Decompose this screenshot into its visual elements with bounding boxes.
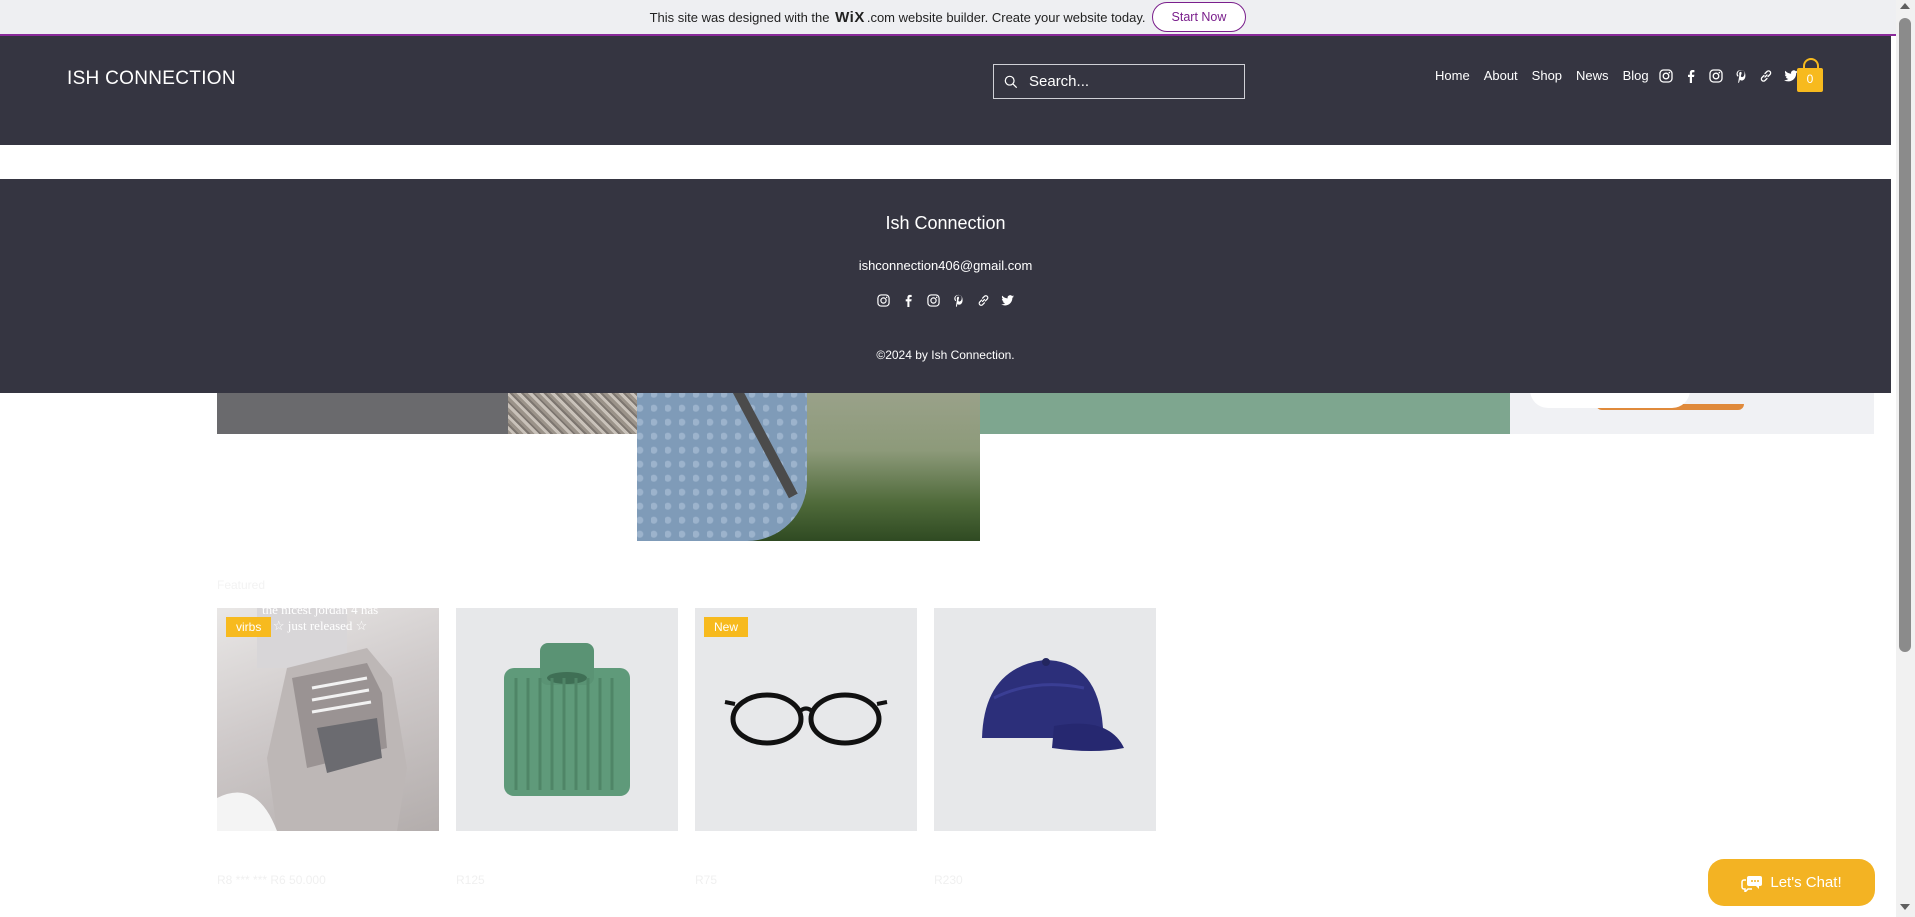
- chat-button[interactable]: Let's Chat!: [1708, 859, 1875, 906]
- nav-about[interactable]: About: [1484, 68, 1518, 83]
- wix-promo-banner: This site was designed with the WiX .com …: [0, 0, 1896, 36]
- product-price: R8 *** *** R6 50.000: [217, 873, 326, 887]
- link-icon[interactable]: [976, 293, 991, 308]
- scroll-up-arrow-icon[interactable]: [1900, 3, 1910, 9]
- pinterest-icon[interactable]: [1734, 68, 1749, 83]
- site-footer: Ish Connection ishconnection406@gmail.co…: [0, 179, 1891, 393]
- instagram-icon[interactable]: [876, 293, 891, 308]
- hero-image-gray: [217, 390, 508, 434]
- product-card[interactable]: New: [695, 608, 917, 831]
- chat-bubble-icon: [1741, 875, 1763, 892]
- nav-shop[interactable]: Shop: [1532, 68, 1562, 83]
- site-header: ISH CONNECTION Search... Home About Shop…: [0, 36, 1891, 145]
- product-card[interactable]: virbs the nicest jordan 4 has ☆ just rel…: [217, 608, 439, 831]
- main-nav: Home About Shop News Blog: [1435, 68, 1809, 83]
- site-brand[interactable]: ISH CONNECTION: [67, 68, 236, 90]
- cap-image: [982, 658, 1124, 751]
- wix-logo: WiX: [835, 8, 865, 26]
- product-price: R125: [456, 873, 485, 887]
- footer-name: Ish Connection: [885, 213, 1006, 233]
- product-ribbon: New: [704, 617, 749, 637]
- wix-banner-text-after: website builder. Create your website tod…: [898, 9, 1146, 25]
- product-image-caption: the nicest jordan 4 has ☆ just released …: [262, 608, 378, 634]
- caption-line-2: ☆ just released ☆: [272, 618, 368, 633]
- chat-label: Let's Chat!: [1770, 874, 1842, 891]
- footer-social-bar: [0, 293, 1891, 308]
- pinterest-icon[interactable]: [951, 293, 966, 308]
- caption-line-1: the nicest jordan 4 has: [262, 608, 379, 617]
- scroll-down-arrow-icon[interactable]: [1900, 904, 1910, 910]
- wix-logo-suffix: .com: [866, 9, 895, 25]
- nav-blog[interactable]: Blog: [1623, 68, 1649, 83]
- link-icon[interactable]: [1759, 68, 1774, 83]
- hero-image-green: [980, 390, 1510, 434]
- instagram-icon[interactable]: [1659, 68, 1674, 83]
- footer-copyright: ©2024 by Ish Connection.: [876, 348, 1015, 362]
- wix-banner-text-before: This site was designed with the: [649, 9, 830, 25]
- glasses-image: [724, 692, 888, 746]
- sneaker-image: [217, 608, 407, 831]
- search-input[interactable]: Search...: [993, 64, 1245, 99]
- cart-button[interactable]: 0: [1797, 58, 1823, 92]
- product-card[interactable]: [456, 608, 678, 831]
- cart-count: 0: [1806, 72, 1814, 86]
- nav-news[interactable]: News: [1576, 68, 1609, 83]
- facebook-icon[interactable]: [901, 293, 916, 308]
- hero-image-person: [637, 390, 980, 541]
- start-now-button[interactable]: Start Now: [1151, 2, 1247, 32]
- product-section-title: Featured: [217, 578, 266, 592]
- scrollbar-thumb[interactable]: [1899, 18, 1911, 652]
- product-price: R75: [695, 873, 718, 887]
- search-icon: [1004, 75, 1018, 88]
- product-price: R230: [934, 873, 963, 887]
- nav-home[interactable]: Home: [1435, 68, 1470, 83]
- hero-image-terrazzo: [508, 390, 638, 434]
- facebook-icon[interactable]: [1684, 68, 1699, 83]
- sweater-image: [504, 643, 630, 796]
- footer-email[interactable]: ishconnection406@gmail.com: [0, 258, 1891, 273]
- instagram-icon[interactable]: [1709, 68, 1724, 83]
- twitter-icon[interactable]: [1001, 293, 1016, 308]
- hero-image-shoe: [1510, 390, 1874, 434]
- search-placeholder: Search...: [1029, 73, 1090, 90]
- instagram-icon[interactable]: [926, 293, 941, 308]
- product-card[interactable]: [934, 608, 1156, 831]
